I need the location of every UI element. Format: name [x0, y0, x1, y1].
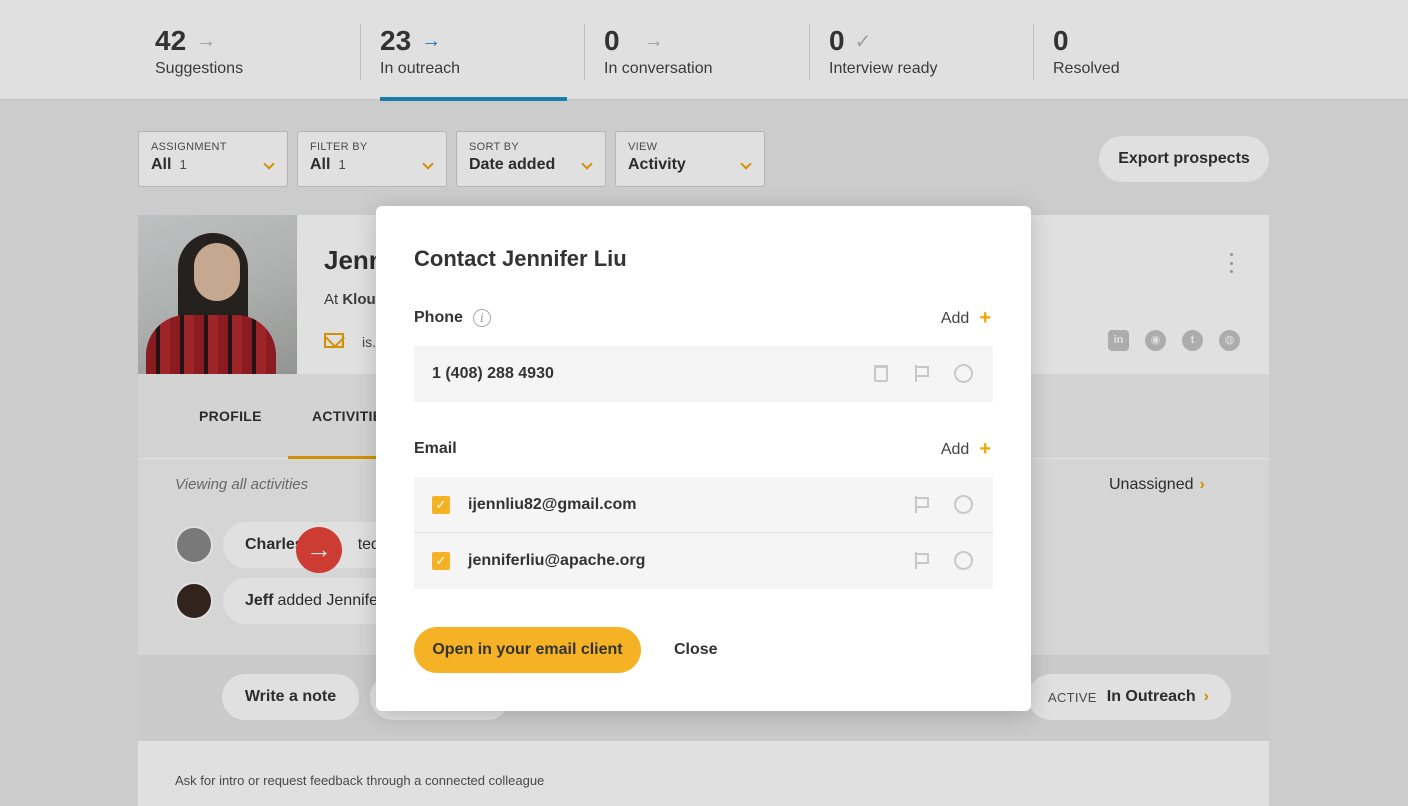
phone-section-label: Phone i — [414, 309, 491, 327]
email-checkbox[interactable]: ✓ — [432, 552, 450, 570]
open-email-client-button[interactable]: Open in your email client — [414, 627, 641, 673]
email-row: ✓ ijennliu82@gmail.com — [414, 477, 993, 533]
phone-label: Phone — [414, 309, 463, 326]
primary-radio[interactable] — [954, 495, 973, 514]
modal-title: Contact Jennifer Liu — [414, 246, 627, 271]
add-phone-button[interactable]: Add + — [941, 307, 991, 330]
plus-icon: + — [979, 307, 991, 329]
email-checkbox[interactable]: ✓ — [432, 496, 450, 514]
plus-icon: + — [979, 438, 991, 460]
flag-icon[interactable] — [914, 365, 929, 382]
trash-icon[interactable] — [874, 365, 888, 382]
primary-radio[interactable] — [954, 364, 973, 383]
primary-radio[interactable] — [954, 551, 973, 570]
email-section-label: Email — [414, 440, 457, 458]
email-label: Email — [414, 440, 457, 457]
add-label: Add — [940, 440, 970, 458]
flag-icon[interactable] — [914, 552, 929, 569]
email-address: jenniferliu@apache.org — [468, 552, 646, 569]
email-address: ijennliu82@gmail.com — [468, 496, 637, 513]
add-email-button[interactable]: Add + — [941, 438, 991, 461]
add-label: Add — [940, 309, 970, 327]
phone-number: 1 (408) 288 4930 — [432, 365, 554, 382]
phone-row: 1 (408) 288 4930 — [414, 346, 993, 402]
contact-modal: Contact Jennifer Liu Phone i Add + 1 (408… — [376, 206, 1031, 711]
info-icon[interactable]: i — [472, 309, 491, 327]
email-row: ✓ jenniferliu@apache.org — [414, 533, 993, 589]
close-button[interactable]: Close — [674, 641, 718, 659]
flag-icon[interactable] — [914, 496, 929, 513]
